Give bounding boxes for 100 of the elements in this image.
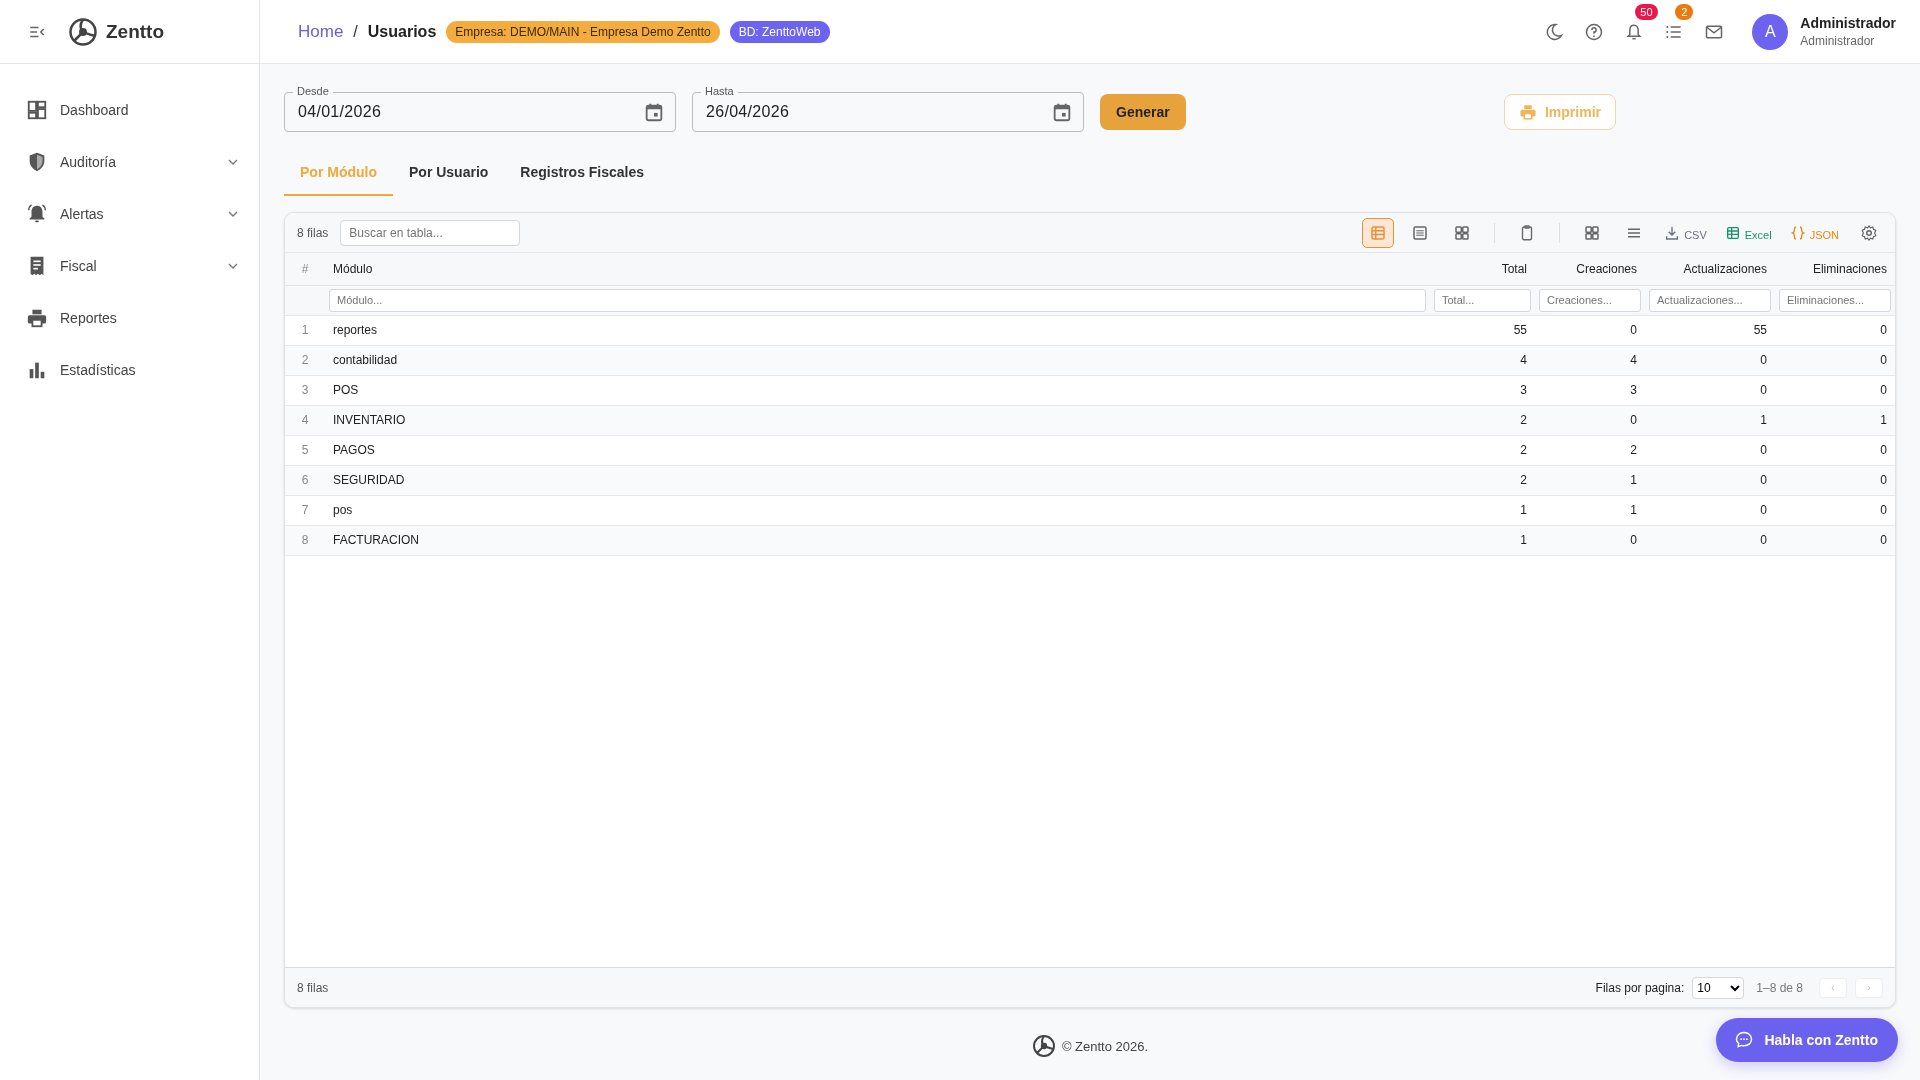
- column-header[interactable]: Eliminaciones: [1775, 253, 1895, 285]
- table-cell: 1: [1430, 495, 1535, 525]
- sidebar-item[interactable]: Fiscal: [0, 240, 259, 292]
- column-filter-field[interactable]: Creaciones...: [1539, 288, 1641, 312]
- printer-icon: [1519, 103, 1537, 121]
- table-cell: 0: [1775, 495, 1895, 525]
- table-cell: 55: [1645, 315, 1775, 345]
- table-cell: 0: [1535, 405, 1645, 435]
- rows-per-page-select[interactable]: 10: [1692, 976, 1745, 999]
- breadcrumb-link[interactable]: Home: [298, 21, 344, 42]
- copyright-text: © Zentto 2026.: [1061, 1038, 1149, 1054]
- table-cell: 4: [1430, 345, 1535, 375]
- table-cell: 2: [1535, 435, 1645, 465]
- column-filter-field[interactable]: Eliminaciones...: [1779, 288, 1891, 312]
- table-cell: 0: [1775, 435, 1895, 465]
- table-cell: pos: [325, 495, 1430, 525]
- table-cell: 4: [1535, 345, 1645, 375]
- spreadsheet-icon: [1724, 224, 1741, 241]
- sidebar-item[interactable]: Dashboard: [0, 84, 259, 136]
- table-cell: 0: [1775, 345, 1895, 375]
- table-cell: 1: [1775, 405, 1895, 435]
- count-badge: 2: [1675, 3, 1694, 20]
- table-cell: 0: [1535, 525, 1645, 555]
- table-cell: 0: [1775, 525, 1895, 555]
- chat-button[interactable]: Habla con Zentto: [1716, 1018, 1898, 1062]
- page-range: 1–8 de 8: [1756, 980, 1803, 995]
- column-filter-field[interactable]: Actualizaciones...: [1649, 288, 1771, 312]
- table-cell: 0: [1775, 465, 1895, 495]
- table-cell: 0: [1645, 375, 1775, 405]
- calendar-icon[interactable]: [643, 101, 665, 123]
- table-cell: 0: [1645, 465, 1775, 495]
- rows-per-page-label: Filas por pagina:: [1595, 980, 1685, 995]
- table-cell: 3: [1535, 375, 1645, 405]
- table-cell: 1: [1535, 465, 1645, 495]
- row-number: 7: [285, 495, 325, 525]
- row-count: 8 filas: [297, 225, 329, 240]
- table-cell: contabilidad: [325, 345, 1430, 375]
- sidebar-item[interactable]: Estadísticas: [0, 344, 259, 396]
- dashboard-icon: [26, 99, 48, 121]
- help-icon[interactable]: [1584, 21, 1605, 42]
- row-count: 8 filas: [297, 980, 329, 995]
- download-icon: [1664, 224, 1681, 241]
- row-number: 8: [285, 525, 325, 555]
- search-field[interactable]: Buscar en tabla...: [340, 219, 521, 246]
- chat-bubble-icon: [1734, 1030, 1755, 1050]
- logo-icon: [1031, 1034, 1056, 1058]
- table-cell: 55: [1430, 315, 1535, 345]
- table-cell: 0: [1775, 375, 1895, 405]
- row-number: 1: [285, 315, 325, 345]
- user-name: Administrador: [1800, 15, 1896, 31]
- grid-icon: [1453, 223, 1472, 242]
- moon-icon[interactable]: [1544, 21, 1565, 42]
- row-number: 3: [285, 375, 325, 405]
- sidebar-item[interactable]: Auditoría: [0, 136, 259, 188]
- sidebar-item[interactable]: Alertas: [0, 188, 259, 240]
- column-filter-field[interactable]: Total...: [1434, 288, 1531, 312]
- column-filter-field[interactable]: Módulo...: [329, 288, 1426, 312]
- logo-text: Zentto: [106, 20, 165, 43]
- tab[interactable]: Por Usuario: [393, 150, 505, 196]
- table-cell: 1: [1535, 495, 1645, 525]
- braces-icon: [1789, 224, 1806, 241]
- settings-icon: [1860, 223, 1878, 242]
- user-avatar[interactable]: A: [1752, 13, 1789, 50]
- table-cell: FACTURACION: [325, 525, 1430, 555]
- column-header[interactable]: Actualizaciones: [1645, 253, 1775, 285]
- table-cell: 3: [1430, 375, 1535, 405]
- column-header[interactable]: Total: [1430, 253, 1535, 285]
- table-cell: 0: [1645, 525, 1775, 555]
- table-cell: 0: [1645, 495, 1775, 525]
- count-badge: 50: [1635, 3, 1658, 20]
- column-header: #: [285, 253, 325, 285]
- table-cell: 0: [1535, 315, 1645, 345]
- row-number: 2: [285, 345, 325, 375]
- table-cell: reportes: [325, 315, 1430, 345]
- table-cell: 1: [1645, 405, 1775, 435]
- info-chip: BD: ZenttoWeb: [729, 20, 830, 43]
- tab[interactable]: Registros Fiscales: [504, 150, 661, 196]
- column-header[interactable]: Creaciones: [1535, 253, 1645, 285]
- table-cell: 0: [1645, 435, 1775, 465]
- info-chip: Empresa: DEMO/MAIN - Empresa Demo Zentto: [446, 20, 720, 43]
- generate-button[interactable]: Generar: [1100, 94, 1186, 130]
- calendar-icon[interactable]: [1051, 101, 1073, 123]
- printer-icon: [26, 307, 48, 329]
- breadcrumb-current: Usuarios: [367, 22, 437, 41]
- view-toggle[interactable]: [1362, 217, 1395, 248]
- table-cell: 1: [1430, 525, 1535, 555]
- field-label: Hasta: [701, 85, 738, 98]
- table-cell: 2: [1430, 405, 1535, 435]
- table-icon: [1369, 223, 1388, 242]
- row-number: 6: [285, 465, 325, 495]
- export-button[interactable]: Excel: [1718, 224, 1778, 241]
- table-cell: PAGOS: [325, 435, 1430, 465]
- grid-icon: [1583, 223, 1602, 242]
- breadcrumb-separator: /: [353, 22, 358, 41]
- bell-icon: [26, 203, 48, 225]
- export-button[interactable]: CSV: [1658, 224, 1713, 241]
- column-header[interactable]: Módulo: [325, 253, 1430, 285]
- row-number: 5: [285, 435, 325, 465]
- sidebar-item[interactable]: Reportes: [0, 292, 259, 344]
- row-number: 4: [285, 405, 325, 435]
